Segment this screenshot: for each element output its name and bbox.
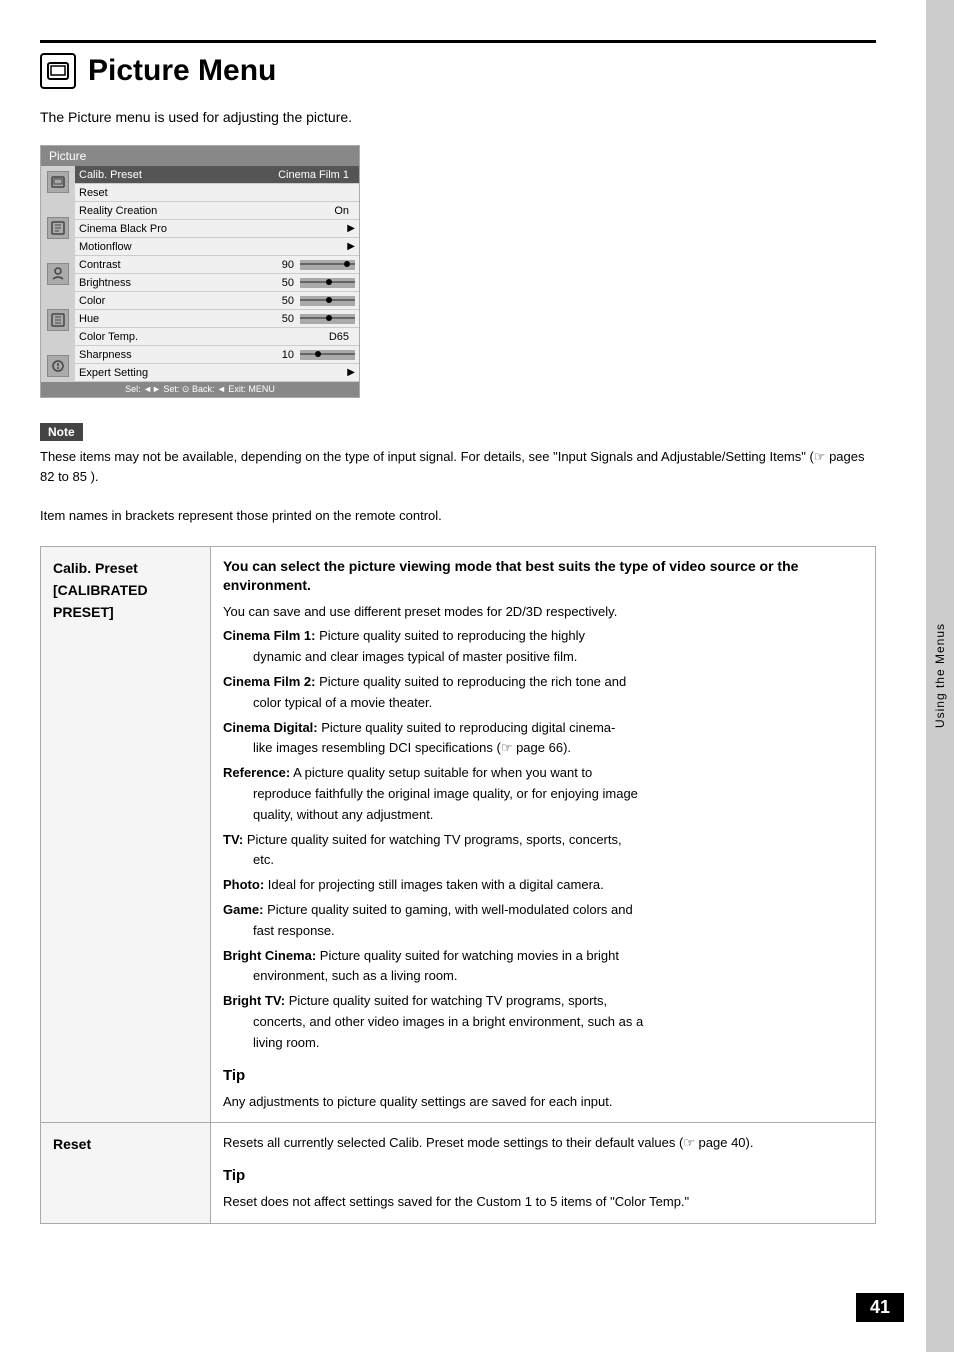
menu-item-cinema-black: Cinema Black Pro ▶ [75,220,359,238]
page-title: Picture Menu [88,54,276,88]
desc-intro-calib: You can save and use different preset mo… [223,602,863,623]
menu-item-color-temp: Color Temp. D65 [75,328,359,346]
desc-bright-tv: Bright TV: Picture quality suited for wa… [223,991,863,1053]
note-label: Note [40,423,83,441]
menu-icon-1 [47,171,69,193]
desc-heading-calib: You can select the picture viewing mode … [223,557,863,596]
item-names-note: Item names in brackets represent those p… [40,506,876,526]
content-table: Calib. Preset [CALIBRATED PRESET] You ca… [40,546,876,1225]
menu-icon-2 [47,217,69,239]
menu-item-reset: Reset [75,184,359,202]
menu-item-hue: Hue 50 [75,310,359,328]
intro-text: The Picture menu is used for adjusting t… [40,109,876,125]
menu-icons-col [41,166,75,382]
tip-section-reset: Tip Reset does not affect settings saved… [223,1164,863,1213]
desc-game: Game: Picture quality suited to gaming, … [223,900,863,942]
tip-text-calib: Any adjustments to picture quality setti… [223,1092,863,1113]
tip-section-calib: Tip Any adjustments to picture quality s… [223,1064,863,1113]
desc-cinema-digital: Cinema Digital: Picture quality suited t… [223,718,863,760]
menu-icon-4 [47,309,69,331]
desc-reference: Reference: A picture quality setup suita… [223,763,863,825]
page-number-box: 41 [856,1293,904,1322]
menu-items-col: Calib. Preset Cinema Film 1 Reset Realit… [75,166,359,382]
note-text: These items may not be available, depend… [40,447,876,486]
desc-tv: TV: Picture quality suited for watching … [223,830,863,872]
tip-heading-reset: Tip [223,1164,863,1188]
menu-item-reality: Reality Creation On [75,202,359,220]
desc-reset-text: Resets all currently selected Calib. Pre… [223,1133,863,1154]
desc-cinema-film2: Cinema Film 2: Picture quality suited to… [223,672,863,714]
menu-item-motionflow: Motionflow ▶ [75,238,359,256]
desc-cinema-film1: Cinema Film 1: Picture quality suited to… [223,626,863,668]
page-number-container: 41 [856,1293,904,1322]
side-tab-text: Using the Menus [933,623,947,728]
tip-text-reset: Reset does not affect settings saved for… [223,1192,863,1213]
term-cell-reset: Reset [41,1123,211,1224]
desc-cell-calib: You can select the picture viewing mode … [211,546,876,1123]
menu-bottom-bar: Sel: ◄► Set: ⊙ Back: ◄ Exit: MENU [41,382,359,397]
desc-cell-reset: Resets all currently selected Calib. Pre… [211,1123,876,1224]
menu-icon-3 [47,263,69,285]
menu-screenshot: Picture [40,145,360,398]
page-header: Picture Menu [40,40,876,89]
menu-item-calib-preset: Calib. Preset Cinema Film 1 [75,166,359,184]
page-title-icon [40,53,76,89]
term-reset: Reset [53,1136,91,1152]
menu-item-expert: Expert Setting ▶ [75,364,359,382]
menu-item-brightness: Brightness 50 [75,274,359,292]
menu-item-contrast: Contrast 90 [75,256,359,274]
table-row-reset: Reset Resets all currently selected Cali… [41,1123,876,1224]
term-calib-bracket: [CALIBRATED PRESET] [53,582,148,620]
tip-heading-calib: Tip [223,1064,863,1088]
term-cell-calib: Calib. Preset [CALIBRATED PRESET] [41,546,211,1123]
side-tab: Using the Menus [926,0,954,1352]
desc-photo: Photo: Ideal for projecting still images… [223,875,863,896]
menu-icon-5 [47,355,69,377]
menu-title-bar: Picture [41,146,359,166]
desc-bright-cinema: Bright Cinema: Picture quality suited fo… [223,946,863,988]
table-row-calib-preset: Calib. Preset [CALIBRATED PRESET] You ca… [41,546,876,1123]
note-box: Note These items may not be available, d… [40,423,876,486]
term-calib: Calib. Preset [53,560,138,576]
menu-item-sharpness: Sharpness 10 [75,346,359,364]
menu-item-color: Color 50 [75,292,359,310]
